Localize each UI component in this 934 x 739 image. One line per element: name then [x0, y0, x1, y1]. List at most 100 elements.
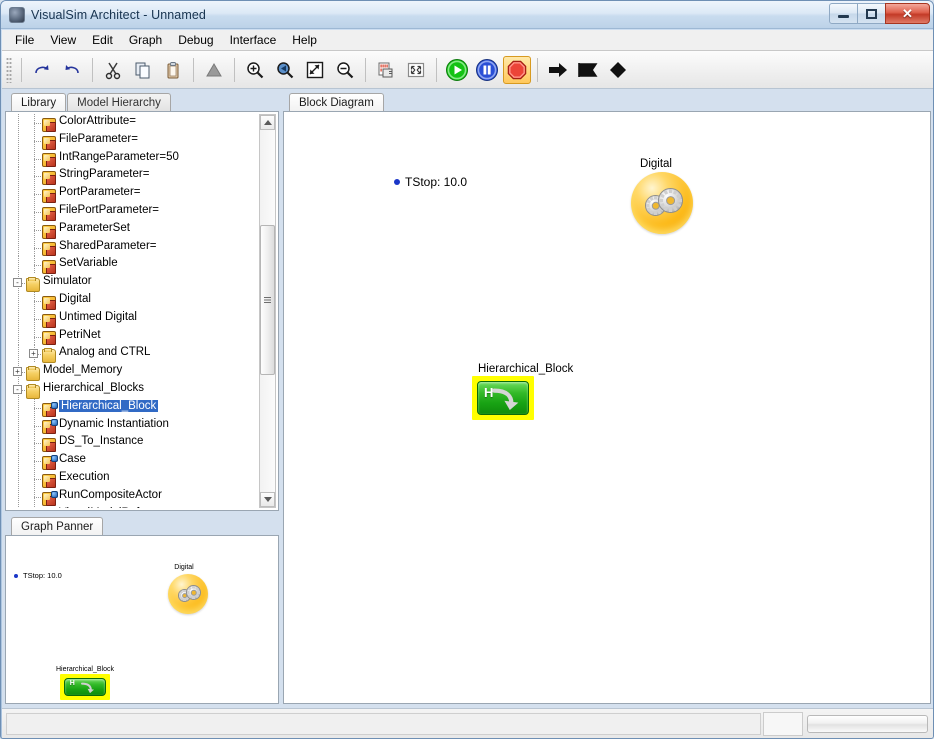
scroll-up-button[interactable] — [260, 115, 275, 130]
tree-guide-line — [18, 220, 19, 239]
tree-item[interactable]: Hierarchical_Block — [8, 398, 260, 417]
minimize-button[interactable] — [829, 3, 858, 24]
maximize-button[interactable] — [857, 3, 886, 24]
diamond-button[interactable] — [604, 56, 632, 84]
scrollbar-thumb[interactable] — [260, 225, 275, 375]
tree-item[interactable]: StringParameter= — [8, 167, 260, 186]
tstop-parameter[interactable]: TStop: 10.0 — [394, 175, 467, 189]
panner-tstop-dot-icon — [14, 573, 18, 578]
library-scrollbar[interactable] — [259, 114, 276, 508]
panner-hblock-node[interactable]: H — [60, 674, 110, 700]
tree-item[interactable]: - Simulator — [8, 274, 260, 293]
tree-item[interactable]: Execution — [8, 469, 260, 488]
tree-item[interactable]: DS_To_Instance — [8, 434, 260, 453]
arrow-right-button[interactable] — [544, 56, 572, 84]
toolbar-grip[interactable] — [6, 56, 12, 83]
actor-icon — [42, 224, 56, 239]
panner-hblock-body: H — [64, 678, 106, 696]
menu-item-view[interactable]: View — [42, 31, 84, 49]
tree-item[interactable]: ColorAttribute= — [8, 114, 260, 132]
flag-button[interactable] — [574, 56, 602, 84]
tree-item[interactable]: + Analog and CTRL — [8, 345, 260, 364]
panner-canvas[interactable]: TStop: 10.0 Digital Hierarchical_Block H — [8, 538, 276, 701]
status-progress-bar[interactable] — [807, 715, 928, 733]
zoom-out-button[interactable] — [331, 56, 359, 84]
tree-guide-line — [18, 345, 19, 364]
redo-button[interactable] — [28, 56, 56, 84]
tree-guide-line — [18, 238, 19, 257]
code-view-button[interactable] — [372, 56, 400, 84]
menu-item-debug[interactable]: Debug — [170, 31, 221, 49]
menu-item-help[interactable]: Help — [284, 31, 325, 49]
tree-item[interactable]: IntRangeParameter=50 — [8, 149, 260, 168]
tree-item[interactable]: Untimed Digital — [8, 309, 260, 328]
panner-tabstrip: Graph Panner — [5, 517, 279, 536]
main-split-area: Library Model Hierarchy ColorAttribute= F… — [2, 89, 933, 708]
app-icon — [9, 6, 25, 23]
zoom-back-button[interactable] — [271, 56, 299, 84]
menu-item-file[interactable]: File — [7, 31, 42, 49]
run-button[interactable] — [443, 56, 471, 84]
gear-teeth — [659, 189, 682, 212]
tree-item[interactable]: SetVariable — [8, 256, 260, 275]
tree-item[interactable]: PetriNet — [8, 327, 260, 346]
tab-block-diagram[interactable]: Block Diagram — [289, 93, 384, 112]
triangle-button[interactable] — [200, 56, 228, 84]
tree-item[interactable]: Digital — [8, 291, 260, 310]
flag-icon — [578, 62, 598, 77]
tree-item[interactable]: RunCompositeActor — [8, 487, 260, 506]
tree-item[interactable]: FilePortParameter= — [8, 202, 260, 221]
paste-button[interactable] — [159, 56, 187, 84]
tree-collapse-toggle[interactable]: - — [13, 278, 22, 288]
digital-node[interactable] — [631, 172, 693, 234]
stop-button[interactable] — [503, 55, 531, 84]
panner-digital-node[interactable] — [168, 574, 208, 614]
block-diagram-canvas[interactable]: TStop: 10.0 Digital Hierarchical_Block H — [286, 114, 928, 701]
tab-model-hierarchy[interactable]: Model Hierarchy — [67, 93, 171, 112]
tree-item[interactable]: Dynamic Instantiation — [8, 416, 260, 435]
tree-collapse-toggle[interactable]: - — [13, 384, 22, 394]
minimize-icon — [838, 14, 849, 18]
arrow-right-icon — [549, 62, 567, 77]
menu-item-interface[interactable]: Interface — [222, 31, 285, 49]
pause-button[interactable] — [473, 56, 501, 84]
copy-button[interactable] — [129, 56, 157, 84]
tree-item-label: Dynamic Instantiation — [59, 417, 169, 430]
zoom-fit-button[interactable] — [301, 56, 329, 84]
tree-item[interactable]: - Hierarchical_Blocks — [8, 380, 260, 399]
zoom-in-button[interactable] — [241, 56, 269, 84]
folder-icon — [26, 277, 40, 293]
tree-item-label: ParameterSet — [59, 221, 130, 234]
chevron-down-icon — [263, 497, 272, 502]
panner-gear-icon-2 — [186, 585, 201, 600]
tree-expand-toggle[interactable]: + — [13, 367, 22, 377]
tree-item[interactable]: Case — [8, 452, 260, 471]
panner-container: TStop: 10.0 Digital Hierarchical_Block H — [5, 535, 279, 704]
scroll-down-button[interactable] — [260, 492, 275, 507]
tree-item[interactable]: SharedParameter= — [8, 238, 260, 257]
composite-badge-icon — [51, 419, 58, 427]
pause-icon — [476, 58, 498, 81]
menu-item-graph[interactable]: Graph — [121, 31, 170, 49]
full-screen-button[interactable] — [402, 56, 430, 84]
tree-item[interactable]: VisualModelReference — [8, 505, 260, 508]
tree-item-label: Model_Memory — [43, 364, 123, 377]
tab-graph-panner[interactable]: Graph Panner — [11, 517, 104, 536]
tab-library[interactable]: Library — [11, 93, 67, 112]
tree-item[interactable]: + Model_Memory — [8, 363, 260, 382]
tree-expand-toggle[interactable]: + — [29, 349, 38, 359]
actor-icon — [42, 401, 58, 417]
menu-item-edit[interactable]: Edit — [84, 31, 121, 49]
toolbar-separator — [234, 57, 235, 82]
cut-button[interactable] — [99, 56, 127, 84]
window-title: VisualSim Architect - Unnamed — [31, 7, 206, 22]
status-message-area — [6, 713, 761, 735]
undo-button[interactable] — [58, 56, 86, 84]
hierarchical-block-node[interactable]: H — [472, 376, 534, 420]
tree-item[interactable]: FileParameter= — [8, 131, 260, 150]
close-button[interactable]: ✕ — [885, 3, 930, 24]
tree-item[interactable]: ParameterSet — [8, 220, 260, 239]
tree-item[interactable]: PortParameter= — [8, 185, 260, 204]
toolbar-separator — [365, 57, 366, 82]
library-tree[interactable]: ColorAttribute= FileParameter= IntRangePar… — [8, 114, 260, 508]
